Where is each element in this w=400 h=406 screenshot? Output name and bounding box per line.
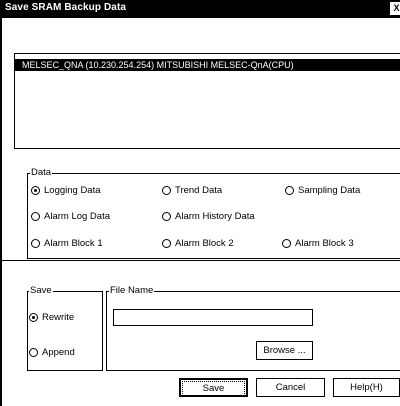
radio-unselected-icon xyxy=(162,239,171,248)
radio-unselected-icon xyxy=(282,239,291,248)
radio-trend-data[interactable]: Trend Data xyxy=(162,185,222,196)
radio-unselected-icon xyxy=(31,239,40,248)
radio-alarm-block-1[interactable]: Alarm Block 1 xyxy=(31,238,103,249)
radio-alarm-block-2[interactable]: Alarm Block 2 xyxy=(162,238,234,249)
radio-alarm-block-3[interactable]: Alarm Block 3 xyxy=(282,238,354,249)
radio-label: Sampling Data xyxy=(298,185,361,196)
radio-label: Alarm Block 2 xyxy=(175,238,234,249)
radio-sampling-data[interactable]: Sampling Data xyxy=(285,185,360,196)
filename-groupbox: File Name xyxy=(106,285,400,371)
browse-button[interactable]: Browse ... xyxy=(256,341,313,360)
data-group-legend: Data xyxy=(30,167,53,179)
radio-alarm-log-data[interactable]: Alarm Log Data xyxy=(31,211,110,222)
radio-alarm-history-data[interactable]: Alarm History Data xyxy=(162,211,255,222)
radio-rewrite[interactable]: Rewrite xyxy=(29,312,74,323)
title-bar[interactable]: Save SRAM Backup Data X xyxy=(0,0,400,18)
radio-label: Logging Data xyxy=(44,185,101,196)
radio-label: Rewrite xyxy=(42,312,75,323)
help-button[interactable]: Help(H) xyxy=(333,378,400,397)
plc-listbox[interactable]: MELSEC_QNA (10.230.254.254) MITSUBISHI M… xyxy=(14,53,400,149)
filename-input[interactable] xyxy=(113,309,313,326)
save-group-legend: Save xyxy=(29,285,53,297)
close-icon[interactable]: X xyxy=(390,2,400,15)
radio-unselected-icon xyxy=(162,186,171,195)
radio-append[interactable]: Append xyxy=(29,347,75,358)
radio-unselected-icon xyxy=(29,348,38,357)
radio-label: Append xyxy=(42,347,75,358)
radio-label: Alarm Block 3 xyxy=(295,238,354,249)
radio-unselected-icon xyxy=(162,212,171,221)
window-left-border xyxy=(0,18,2,406)
list-item-selected[interactable]: MELSEC_QNA (10.230.254.254) MITSUBISHI M… xyxy=(15,59,400,71)
radio-logging-data[interactable]: Logging Data xyxy=(31,185,101,196)
radio-unselected-icon xyxy=(31,212,40,221)
save-button-label: Save xyxy=(182,381,245,396)
radio-selected-icon xyxy=(31,186,40,195)
window-title: Save SRAM Backup Data xyxy=(5,2,127,13)
radio-unselected-icon xyxy=(285,186,294,195)
radio-label: Alarm History Data xyxy=(175,211,255,222)
radio-selected-icon xyxy=(29,313,38,322)
filename-group-legend: File Name xyxy=(109,285,155,297)
dialog-window: Save SRAM Backup Data X MELSEC_QNA (10.2… xyxy=(0,0,400,406)
radio-label: Alarm Log Data xyxy=(44,211,111,222)
radio-label: Alarm Block 1 xyxy=(44,238,103,249)
separator-line xyxy=(2,260,400,261)
save-button[interactable]: Save xyxy=(179,378,248,397)
cancel-button[interactable]: Cancel xyxy=(256,378,325,397)
radio-label: Trend Data xyxy=(175,185,223,196)
save-groupbox: Save xyxy=(27,285,103,371)
